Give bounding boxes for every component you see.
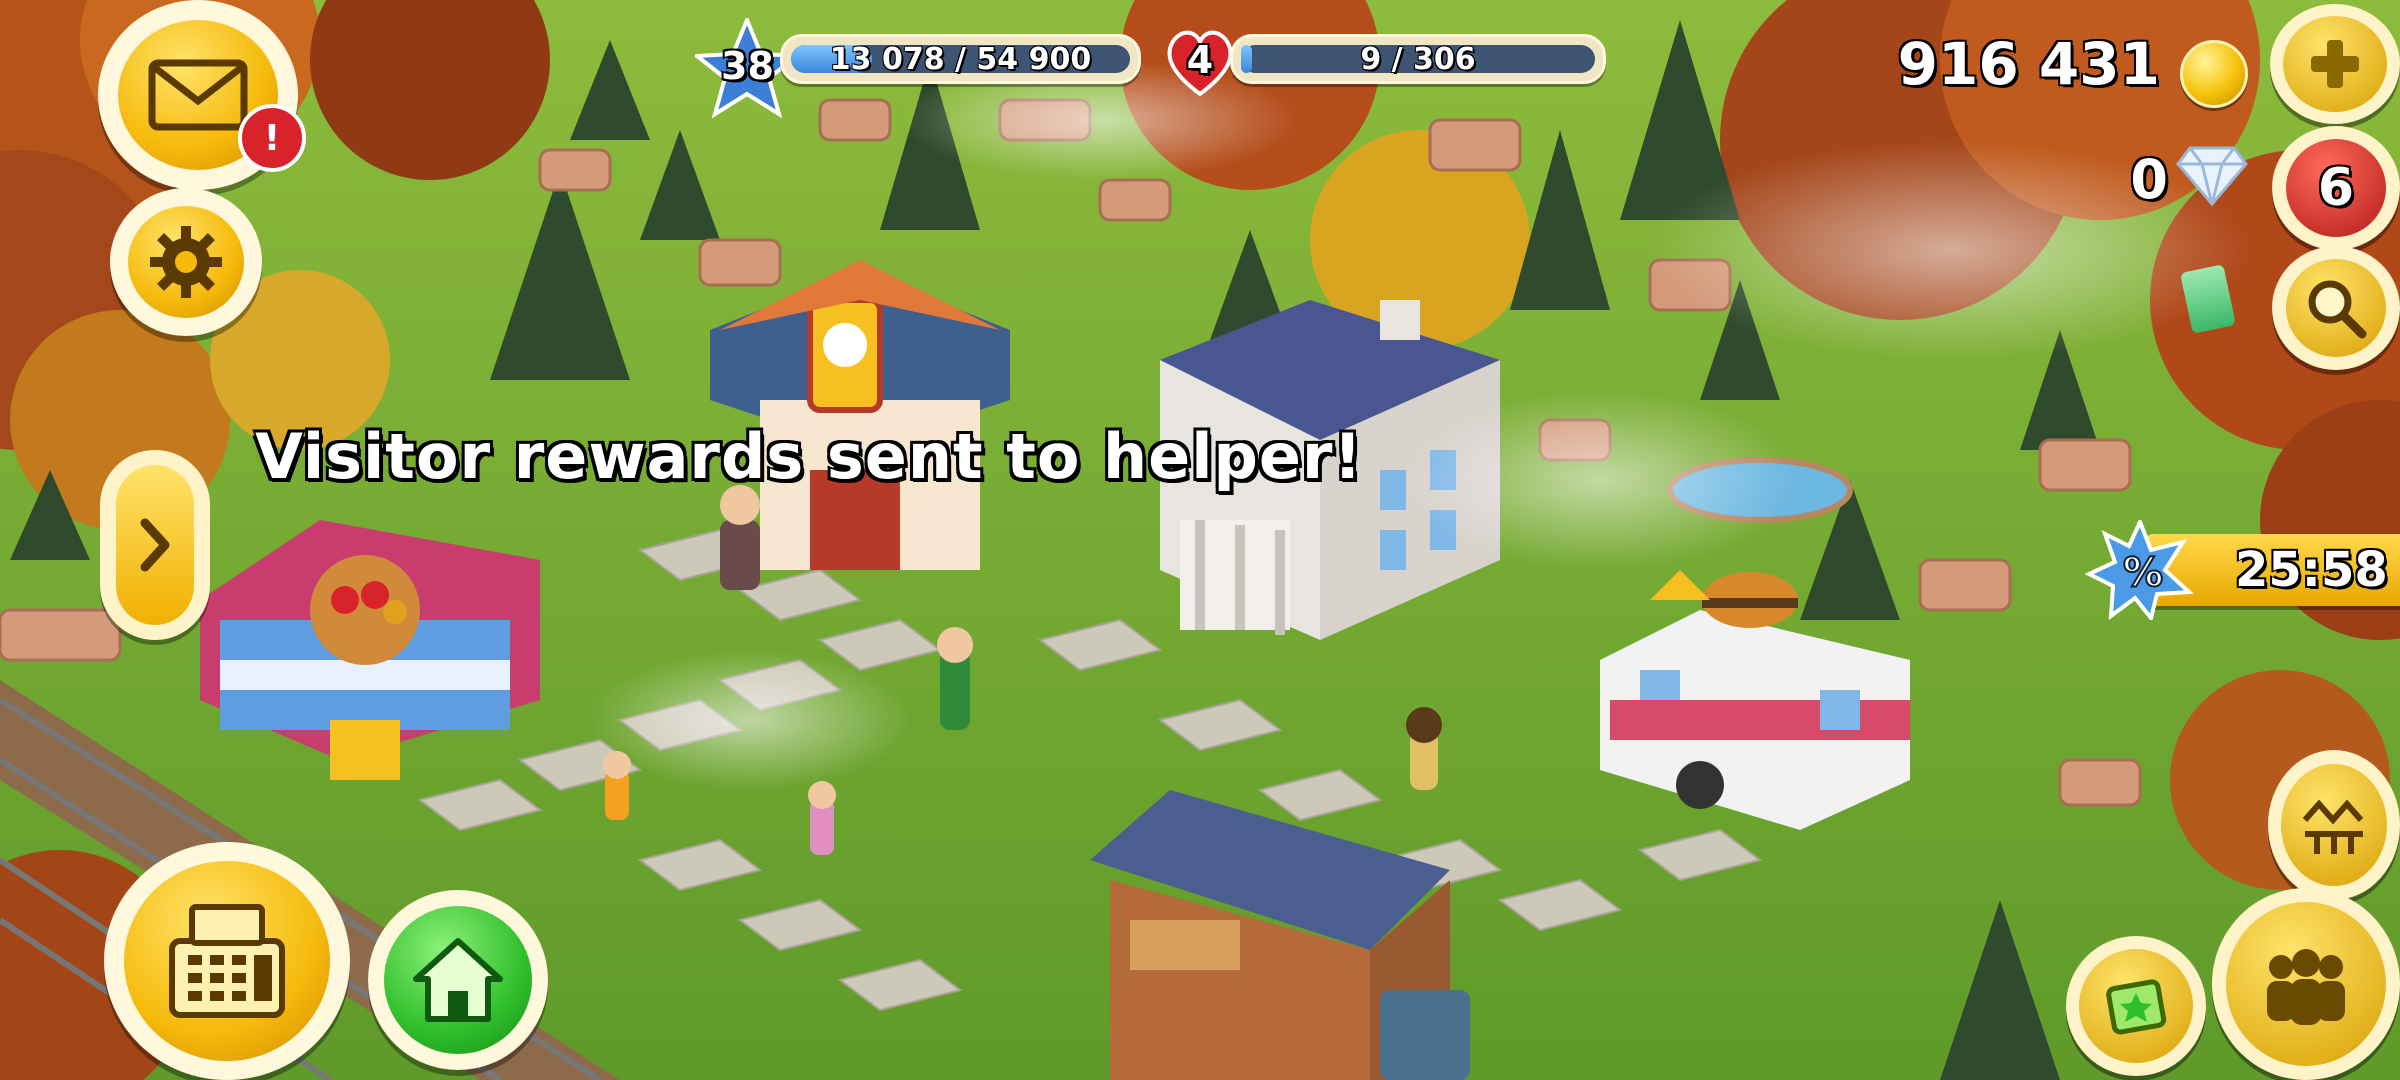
friends-icon [2267, 949, 2345, 1025]
town-level-number: 4 [1186, 38, 1214, 82]
house-icon [413, 938, 503, 1022]
search-button[interactable] [2272, 246, 2400, 370]
magnifier-icon [2308, 280, 2367, 339]
diamond-icon[interactable] [2176, 144, 2248, 206]
notifications-button[interactable]: 6 [2272, 126, 2400, 250]
sale-offer-banner[interactable]: % 25:58 [2085, 520, 2400, 620]
diamond-count: 0 [2130, 148, 2168, 211]
gear-icon [150, 226, 222, 298]
train-icon [2302, 799, 2364, 854]
edit-map-icon [2106, 979, 2167, 1035]
sale-timer: 25:58 [2235, 542, 2388, 598]
toast-message: Visitor rewards sent to helper! [255, 420, 1363, 493]
edit-map-button[interactable] [2066, 936, 2206, 1076]
friends-button[interactable] [2212, 888, 2400, 1080]
mail-alert-badge: ! [238, 104, 306, 172]
envelope-icon [148, 59, 248, 131]
notification-count: 6 [2317, 158, 2355, 218]
shop-button[interactable] [104, 842, 350, 1080]
coin-icon[interactable] [2180, 40, 2248, 108]
coin-count: 916 431 [1897, 30, 2160, 98]
home-button[interactable] [368, 890, 548, 1070]
plus-icon [2311, 40, 2359, 88]
train-button[interactable] [2268, 750, 2400, 900]
game-world[interactable] [0, 0, 2400, 1080]
expand-side-panel-button[interactable] [100, 450, 210, 640]
add-currency-button[interactable] [2270, 4, 2400, 124]
population-progress-bar[interactable]: 9 / 306 [1230, 34, 1606, 84]
svg-text:%: % [2123, 550, 2163, 596]
population-text: 9 / 306 [1360, 41, 1476, 77]
discount-icon: % [2085, 520, 2194, 620]
chevron-right-icon [140, 518, 170, 572]
xp-progress-bar[interactable]: 13 078 / 54 900 [780, 34, 1141, 84]
town-level-badge[interactable]: 4 [1160, 20, 1240, 100]
cash-register-icon [169, 904, 285, 1018]
mail-alert-text: ! [263, 117, 281, 159]
settings-button[interactable] [110, 188, 262, 336]
xp-text: 13 078 / 54 900 [829, 41, 1092, 77]
